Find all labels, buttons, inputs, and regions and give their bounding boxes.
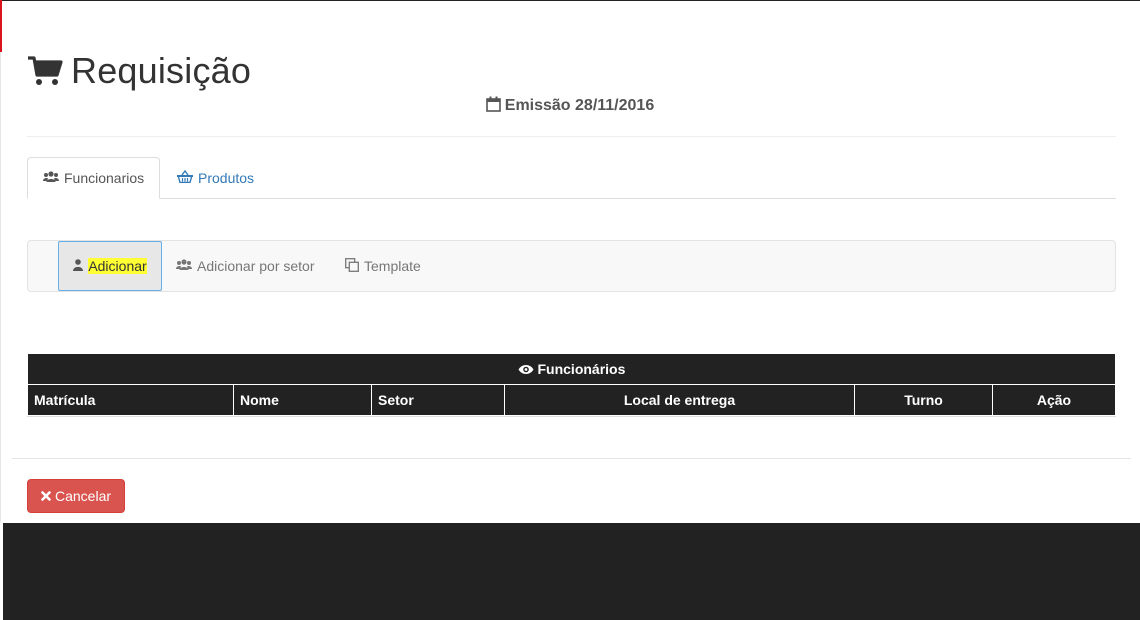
action-toolbar: Adicionar Adicionar por setor Template: [27, 240, 1116, 292]
shopping-cart-icon: [27, 55, 63, 87]
template-label: Template: [364, 258, 421, 274]
calendar-icon: [485, 96, 501, 117]
column-header-setor: Setor: [371, 384, 505, 416]
column-header-nome: Nome: [233, 384, 372, 416]
page-title-text: Requisição: [71, 50, 252, 91]
table-caption-text: Funcionários: [537, 361, 626, 377]
tab-produtos[interactable]: Produtos: [177, 157, 254, 198]
cancel-button-label: Cancelar: [54, 488, 112, 504]
tab-produtos-label: Produtos: [198, 169, 255, 186]
page-title: Requisição: [27, 50, 251, 92]
add-by-sector-label: Adicionar por setor: [197, 258, 315, 274]
user-icon: [73, 258, 84, 274]
column-header-local-entrega: Local de entrega: [504, 384, 855, 416]
left-accent-bar: [0, 0, 2, 52]
header-divider: [27, 136, 1116, 137]
page-footer: [3, 523, 1140, 620]
emission-date: Emissão 28/11/2016: [0, 96, 1140, 117]
template-button[interactable]: Template: [345, 241, 421, 291]
column-header-turno: Turno: [854, 384, 993, 416]
close-icon: [41, 488, 51, 504]
employees-table: Funcionários Matrícula Nome Setor Local …: [27, 353, 1116, 416]
copy-icon: [345, 257, 359, 275]
table-bottom-border: [27, 416, 1116, 417]
add-by-sector-button[interactable]: Adicionar por setor: [176, 241, 315, 291]
cancel-button[interactable]: Cancelar: [27, 479, 125, 513]
tab-funcionarios[interactable]: Funcionarios: [27, 157, 160, 199]
tab-bar: Funcionarios Produtos: [27, 157, 1116, 199]
table-caption: Funcionários: [27, 353, 1116, 385]
column-header-acao: Ação: [992, 384, 1116, 416]
add-button-label: Adicionar: [88, 258, 147, 274]
emission-text: Emissão 28/11/2016: [504, 97, 655, 114]
users-icon: [43, 170, 59, 186]
tab-funcionarios-label: Funcionarios: [64, 170, 145, 186]
users-icon: [176, 258, 192, 274]
window-top-border: [0, 0, 1140, 1]
eye-icon: [518, 361, 538, 377]
left-divider: [0, 52, 1, 522]
column-header-matricula: Matrícula: [27, 384, 234, 416]
form-footer-divider: [12, 458, 1131, 459]
basket-icon: [177, 169, 193, 186]
add-button[interactable]: Adicionar: [58, 241, 162, 291]
